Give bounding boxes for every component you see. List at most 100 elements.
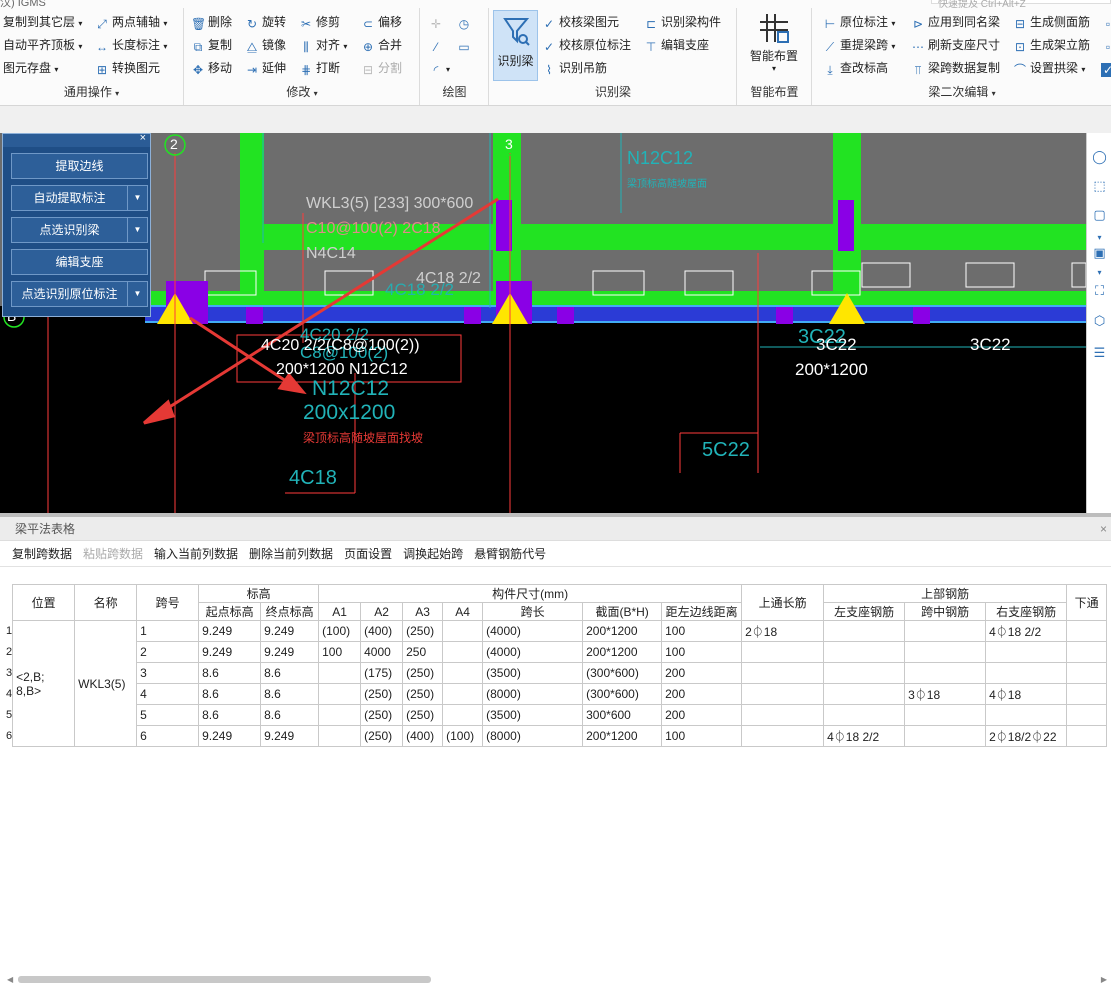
cell-a2[interactable]: (400) bbox=[360, 620, 404, 642]
cell-sec[interactable]: (300*600) bbox=[582, 683, 663, 705]
cell-top[interactable] bbox=[741, 662, 825, 684]
cell-top[interactable] bbox=[741, 683, 825, 705]
apply-same-beam-button[interactable]: ⊳ 应用到同名梁 bbox=[911, 12, 1000, 32]
table-close-icon[interactable]: × bbox=[1100, 517, 1107, 541]
cell-span[interactable]: 4 bbox=[136, 683, 200, 705]
copy-span-data-tool[interactable]: 复制跨数据 bbox=[12, 547, 72, 561]
table-row[interactable]: 6 6 9.249 9.249 (250) (400) (100) (8000) 200*120… bbox=[6, 725, 1108, 747]
layer-view-icon[interactable]: ⬡ bbox=[1090, 311, 1109, 330]
chevron-down-icon[interactable]: ▼ bbox=[127, 218, 147, 242]
cell-a1[interactable] bbox=[318, 725, 362, 747]
merge-button[interactable]: ⊕ 合并 bbox=[361, 35, 402, 55]
cell-a1[interactable]: 100 bbox=[318, 641, 362, 663]
scroll-right-icon[interactable]: ▶ bbox=[1101, 975, 1107, 984]
recognize-beam-member-button[interactable]: ⊏ 识别梁构件 bbox=[644, 12, 721, 32]
move-button[interactable]: ✥ 移动 bbox=[191, 58, 232, 78]
box-dropdown-icon[interactable]: ▾ bbox=[1090, 263, 1109, 282]
cell-bot[interactable] bbox=[1066, 620, 1108, 642]
cell-a4[interactable]: (100) bbox=[442, 725, 484, 747]
cell-span[interactable]: 6 bbox=[136, 725, 200, 747]
fit-view-icon[interactable]: ⛶ bbox=[1090, 281, 1109, 300]
cell-sec[interactable]: 200*1200 bbox=[582, 725, 663, 747]
cell-left[interactable]: 4⏀18 2/2 bbox=[823, 725, 906, 747]
cell-dist[interactable]: 100 bbox=[661, 641, 743, 663]
cell-mid[interactable] bbox=[904, 704, 987, 726]
cell-start[interactable]: 8.6 bbox=[198, 704, 262, 726]
cell-a2[interactable]: (250) bbox=[360, 704, 404, 726]
copy-span-data-button[interactable]: ⫪ 梁跨数据复制 bbox=[911, 58, 1000, 78]
delete-button[interactable]: 🗑 删除 bbox=[191, 12, 232, 32]
cell-sec[interactable]: 200*1200 bbox=[582, 641, 663, 663]
arc-tool[interactable]: ◜ ▾ bbox=[429, 58, 450, 78]
input-column-tool[interactable]: 输入当前列数据 bbox=[154, 547, 238, 561]
cell-len[interactable]: (3500) bbox=[482, 662, 584, 684]
cell-top[interactable] bbox=[741, 641, 825, 663]
table-row[interactable]: 2 2 9.249 9.249 100 4000 250 (4000) 200*1200 100 bbox=[6, 641, 1108, 663]
cell-a1[interactable] bbox=[318, 704, 362, 726]
cell-a1[interactable] bbox=[318, 662, 362, 684]
cell-dist[interactable]: 100 bbox=[661, 725, 743, 747]
cantilever-code-tool[interactable]: 悬臂钢筋代号 bbox=[474, 547, 546, 561]
cell-len[interactable]: (8000) bbox=[482, 725, 584, 747]
table-row[interactable]: 5 5 8.6 8.6 (250) (250) (3500) 300*600 200 bbox=[6, 704, 1108, 726]
edit-support-panel-button[interactable]: 编辑支座 bbox=[11, 249, 148, 275]
original-anno-button[interactable]: ⊢ 原位标注 ▾ bbox=[823, 12, 896, 32]
cell-a4[interactable] bbox=[442, 662, 484, 684]
cell-top[interactable]: 2⏀18 bbox=[741, 620, 825, 642]
save-element-button[interactable]: 图元存盘 ▾ bbox=[3, 58, 58, 78]
check-beam-element-button[interactable]: ✓ 校核梁图元 bbox=[542, 12, 619, 32]
cell-dist[interactable]: 200 bbox=[661, 662, 743, 684]
cell-a3[interactable]: (400) bbox=[402, 725, 444, 747]
cell-sec[interactable]: 200*1200 bbox=[582, 620, 663, 642]
cad-drawing-canvas[interactable]: 2 3 B WKL3(5) [233] 300*600 C10@100(2) 2… bbox=[0, 133, 1086, 513]
cell-end[interactable]: 9.249 bbox=[260, 725, 320, 747]
cell-a4[interactable] bbox=[442, 704, 484, 726]
gen-erection-rebar-button[interactable]: ⊡ 生成架立筋 bbox=[1013, 35, 1090, 55]
cell-left[interactable] bbox=[823, 620, 906, 642]
set-arch-beam-button[interactable]: ⌒ 设置拱梁 ▾ bbox=[1013, 58, 1085, 78]
cell-mid[interactable] bbox=[904, 662, 987, 684]
length-dimension-button[interactable]: ↔ 长度标注 ▾ bbox=[95, 35, 167, 55]
line-tool[interactable]: ⁄ bbox=[429, 35, 446, 55]
delete-column-tool[interactable]: 删除当前列数据 bbox=[249, 547, 333, 561]
cell-a3[interactable]: (250) bbox=[402, 662, 444, 684]
pick-recognize-anno-button[interactable]: 点选识别原位标注 ▼ bbox=[11, 281, 148, 307]
pick-recognize-beam-button[interactable]: 点选识别梁 ▼ bbox=[11, 217, 148, 243]
edit-support-button[interactable]: ⊤ 编辑支座 bbox=[644, 35, 709, 55]
chevron-down-icon[interactable]: ▼ bbox=[127, 186, 147, 210]
cell-len[interactable]: (4000) bbox=[482, 620, 584, 642]
cell-a1[interactable]: (100) bbox=[318, 620, 362, 642]
cell-dist[interactable]: 100 bbox=[661, 620, 743, 642]
cell-a2[interactable]: (175) bbox=[360, 662, 404, 684]
properties-icon[interactable]: ☰ bbox=[1090, 343, 1109, 362]
break-button[interactable]: ⋕ 打断 bbox=[299, 58, 340, 78]
cell-start[interactable]: 8.6 bbox=[198, 662, 262, 684]
box-view-icon[interactable]: ▣ bbox=[1090, 243, 1109, 262]
mirror-button[interactable]: ⧋ 镜像 bbox=[245, 35, 286, 55]
table-row[interactable]: 4 4 8.6 8.6 (250) (250) (8000) (300*600) 200 3⏀18… bbox=[6, 683, 1108, 705]
cell-start[interactable]: 9.249 bbox=[198, 641, 262, 663]
cell-name[interactable]: WKL3(5) bbox=[74, 620, 138, 747]
cell-a2[interactable]: (250) bbox=[360, 725, 404, 747]
cell-bot[interactable] bbox=[1066, 704, 1108, 726]
cell-mid[interactable]: 3⏀18 bbox=[904, 683, 987, 705]
cell-a3[interactable]: 250 bbox=[402, 641, 444, 663]
cell-mid[interactable] bbox=[904, 725, 987, 747]
cell-span[interactable]: 5 bbox=[136, 704, 200, 726]
cell-left[interactable] bbox=[823, 704, 906, 726]
search-box[interactable]: 快速提及 Ctrl+Alt+Z bbox=[931, 0, 1111, 10]
panel-close-icon[interactable]: × bbox=[140, 132, 146, 144]
cell-left[interactable] bbox=[823, 641, 906, 663]
check-original-anno-button[interactable]: ✓ 校核原位标注 bbox=[542, 35, 631, 55]
cell-bot[interactable] bbox=[1066, 662, 1108, 684]
overflow-item-2[interactable]: ▫ bbox=[1101, 35, 1111, 55]
cell-span[interactable]: 3 bbox=[136, 662, 200, 684]
cell-top[interactable] bbox=[741, 704, 825, 726]
paste-span-data-tool[interactable]: 粘贴跨数据 bbox=[83, 547, 143, 561]
cell-end[interactable]: 8.6 bbox=[260, 704, 320, 726]
refresh-support-button[interactable]: ⋯ 刷新支座尺寸 bbox=[911, 35, 1000, 55]
cell-start[interactable]: 9.249 bbox=[198, 620, 262, 642]
cell-mid[interactable] bbox=[904, 620, 987, 642]
cell-top[interactable] bbox=[741, 725, 825, 747]
cell-end[interactable]: 8.6 bbox=[260, 662, 320, 684]
